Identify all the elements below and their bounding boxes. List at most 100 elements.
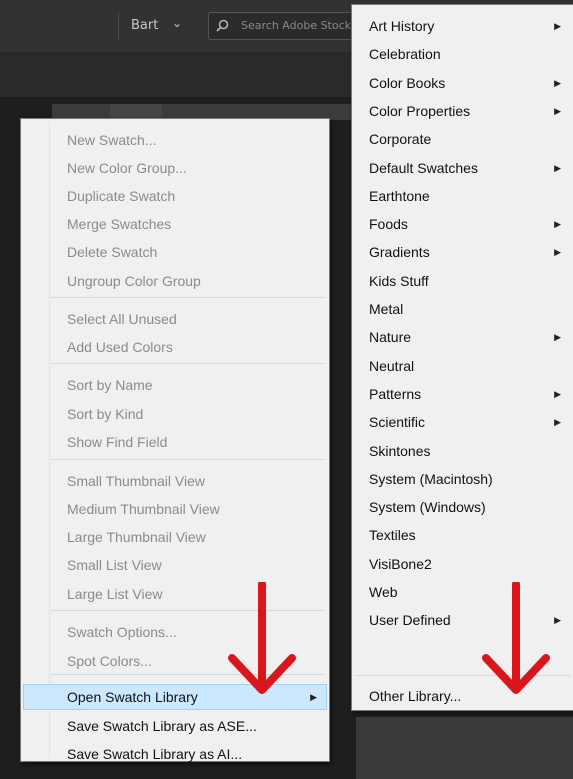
menu-item-label: Ungroup Color Group bbox=[67, 273, 201, 289]
menu-item-label: Small List View bbox=[67, 557, 162, 573]
menu-item-add-used-colors[interactable]: Add Used Colors bbox=[23, 334, 327, 360]
menu-item-label: Earthtone bbox=[369, 187, 430, 204]
submenu-arrow-icon: ▶ bbox=[554, 219, 561, 230]
menu-item-ungroup-color-group[interactable]: Ungroup Color Group bbox=[23, 268, 327, 294]
menu-item-medium-thumbnail-view[interactable]: Medium Thumbnail View bbox=[23, 496, 327, 522]
menu-item-label: Large List View bbox=[67, 586, 163, 602]
menu-item-label: System (Windows) bbox=[369, 499, 486, 516]
menu-item-delete-swatch[interactable]: Delete Swatch bbox=[23, 239, 327, 265]
library-item-neutral[interactable]: Neutral bbox=[354, 353, 571, 379]
submenu-arrow-icon: ▶ bbox=[554, 332, 561, 343]
menu-item-label: Color Properties bbox=[369, 102, 471, 119]
library-item-kids-stuff[interactable]: Kids Stuff bbox=[354, 268, 571, 294]
menu-item-label: Swatch Options... bbox=[67, 624, 177, 640]
menu-item-label: Celebration bbox=[369, 46, 441, 63]
menu-item-label: Corporate bbox=[369, 131, 432, 148]
menu-item-label: Duplicate Swatch bbox=[67, 188, 176, 204]
library-item-color-properties[interactable]: Color Properties ▶ bbox=[354, 98, 571, 124]
submenu-arrow-icon: ▶ bbox=[554, 21, 561, 31]
library-item-color-books[interactable]: Color Books ▶ bbox=[354, 70, 571, 96]
menu-item-label: User Defined bbox=[369, 612, 451, 629]
menu-separator bbox=[51, 363, 325, 364]
menu-item-new-color-group[interactable]: New Color Group... bbox=[23, 155, 327, 181]
menu-item-select-all-unused[interactable]: Select All Unused bbox=[23, 306, 327, 332]
menu-item-label: Patterns bbox=[369, 385, 422, 402]
menu-item-label: VisiBone2 bbox=[369, 555, 432, 572]
library-item-system-macintosh[interactable]: System (Macintosh) bbox=[354, 466, 571, 492]
menu-item-label: Metal bbox=[369, 301, 404, 317]
menu-item-label: Select All Unused bbox=[67, 311, 177, 327]
search-placeholder: Search Adobe Stock bbox=[241, 19, 352, 32]
menu-item-label: Large Thumbnail View bbox=[67, 529, 206, 545]
submenu-arrow-icon: ▶ bbox=[554, 388, 561, 399]
menu-item-show-find-field[interactable]: Show Find Field bbox=[23, 429, 327, 455]
red-arrow-annotation-left bbox=[228, 582, 296, 694]
menu-item-label: System (Macintosh) bbox=[369, 470, 493, 487]
submenu-arrow-icon: ▶ bbox=[310, 692, 317, 702]
menu-item-new-swatch[interactable]: New Swatch... bbox=[23, 127, 327, 153]
submenu-arrow-icon: ▶ bbox=[554, 417, 561, 428]
menu-item-merge-swatches[interactable]: Merge Swatches bbox=[23, 211, 327, 237]
menu-item-small-list-view[interactable]: Small List View bbox=[23, 552, 327, 578]
menu-item-label: Sort by Kind bbox=[67, 406, 144, 422]
menu-item-label: Sort by Name bbox=[67, 377, 153, 393]
library-item-visibone2[interactable]: VisiBone2 bbox=[354, 551, 571, 577]
menu-item-label: Scientific bbox=[369, 414, 426, 431]
library-item-metal[interactable]: Metal bbox=[354, 296, 571, 322]
menu-item-label: Nature bbox=[369, 329, 412, 346]
menu-item-label: Gradients bbox=[369, 244, 430, 261]
menu-item-label: New Swatch... bbox=[67, 132, 157, 148]
menu-item-label: Medium Thumbnail View bbox=[67, 501, 220, 517]
menu-item-label: Kids Stuff bbox=[369, 272, 429, 289]
search-icon bbox=[216, 19, 229, 32]
header-separator bbox=[118, 12, 119, 40]
menu-item-sort-by-name[interactable]: Sort by Name bbox=[23, 372, 327, 398]
menu-item-label: Show Find Field bbox=[67, 434, 168, 450]
menu-separator bbox=[51, 459, 325, 460]
menu-item-label: Web bbox=[369, 584, 398, 600]
library-item-corporate[interactable]: Corporate bbox=[354, 126, 571, 152]
menu-item-label: Small Thumbnail View bbox=[67, 473, 205, 489]
panel-background bbox=[356, 717, 573, 779]
library-item-skintones[interactable]: Skintones bbox=[354, 438, 571, 464]
search-input[interactable]: Search Adobe Stock bbox=[208, 12, 358, 40]
menu-item-large-thumbnail-view[interactable]: Large Thumbnail View bbox=[23, 524, 327, 550]
submenu-arrow-icon: ▶ bbox=[554, 77, 561, 88]
menu-item-duplicate-swatch[interactable]: Duplicate Swatch bbox=[23, 183, 327, 209]
library-item-patterns[interactable]: Patterns ▶ bbox=[354, 381, 571, 407]
menu-item-small-thumbnail-view[interactable]: Small Thumbnail View bbox=[23, 468, 327, 494]
menu-item-label: Spot Colors... bbox=[67, 653, 152, 669]
library-item-textiles[interactable]: Textiles bbox=[354, 522, 571, 548]
menu-item-label: Open Swatch Library bbox=[67, 689, 198, 705]
menu-item-label: Skintones bbox=[369, 442, 431, 459]
menu-item-label: Textiles bbox=[369, 527, 416, 544]
menu-item-sort-by-kind[interactable]: Sort by Kind bbox=[23, 401, 327, 427]
library-item-scientific[interactable]: Scientific ▶ bbox=[354, 409, 571, 435]
library-item-foods[interactable]: Foods ▶ bbox=[354, 211, 571, 237]
submenu-arrow-icon: ▶ bbox=[554, 105, 561, 116]
user-menu-label[interactable]: Bart bbox=[131, 18, 158, 33]
red-arrow-annotation-right bbox=[482, 582, 550, 694]
menu-item-save-swatch-library-as-ai[interactable]: Save Swatch Library as AI... bbox=[23, 741, 327, 767]
menu-item-label: Delete Swatch bbox=[67, 244, 158, 260]
menu-item-label: Merge Swatches bbox=[67, 216, 172, 232]
library-item-gradients[interactable]: Gradients ▶ bbox=[354, 239, 571, 265]
library-item-default-swatches[interactable]: Default Swatches ▶ bbox=[354, 155, 571, 181]
menu-item-label: Other Library... bbox=[369, 688, 462, 704]
menu-item-label: Foods bbox=[369, 216, 408, 233]
menu-item-label: Save Swatch Library as ASE... bbox=[67, 718, 257, 734]
library-item-system-windows[interactable]: System (Windows) bbox=[354, 494, 571, 520]
library-item-earthtone[interactable]: Earthtone bbox=[354, 183, 571, 209]
menu-item-save-swatch-library-as-ase[interactable]: Save Swatch Library as ASE... bbox=[23, 713, 327, 739]
submenu-arrow-icon: ▶ bbox=[554, 615, 561, 626]
menu-item-label: Default Swatches bbox=[369, 159, 478, 176]
submenu-arrow-icon: ▶ bbox=[554, 162, 561, 173]
library-item-nature[interactable]: Nature ▶ bbox=[354, 324, 571, 350]
chevron-down-icon[interactable]: ⌄ bbox=[172, 16, 182, 30]
library-item-celebration[interactable]: Celebration bbox=[354, 41, 571, 67]
library-item-art-history[interactable]: Art History ▶ bbox=[354, 13, 571, 39]
menu-item-label: Color Books bbox=[369, 74, 446, 91]
menu-item-label: Art History bbox=[369, 18, 435, 34]
menu-item-label: Add Used Colors bbox=[67, 339, 173, 355]
menu-item-label: Save Swatch Library as AI... bbox=[67, 746, 243, 762]
